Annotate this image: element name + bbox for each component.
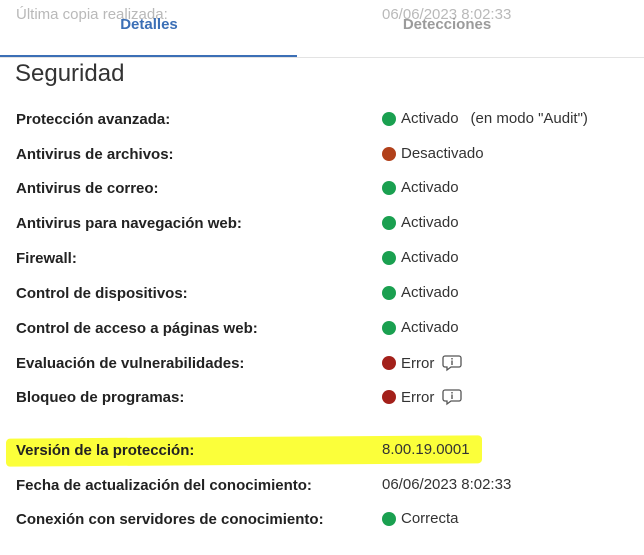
status-extra: (en modo "Audit") bbox=[470, 110, 588, 127]
status-dot-icon bbox=[382, 111, 396, 126]
status-dot-icon bbox=[382, 180, 396, 195]
row-web-antivirus: Antivirus para navegación web: Activado bbox=[0, 210, 644, 240]
status-text: Error bbox=[401, 354, 435, 372]
row-file-antivirus: Antivirus de archivos: Desactivado bbox=[0, 141, 644, 171]
info-icon[interactable] bbox=[442, 354, 462, 372]
status-text: Correcta bbox=[401, 510, 459, 527]
row-advanced-protection: Protección avanzada: Activado (en modo "… bbox=[0, 106, 644, 136]
status-text: Activado bbox=[401, 319, 459, 336]
status-text: Activado bbox=[401, 214, 459, 231]
row-knowledge-update-date: Fecha de actualización del conocimiento:… bbox=[0, 472, 644, 502]
row-value: Activado bbox=[382, 179, 459, 196]
row-value: Activado bbox=[382, 249, 459, 266]
status-dot-icon bbox=[382, 215, 396, 230]
status-text: Activado bbox=[401, 249, 459, 266]
row-value: 06/06/2023 8:02:33 bbox=[382, 476, 512, 493]
status-dot-icon bbox=[382, 320, 396, 335]
row-value: 8.00.19.0001 bbox=[382, 441, 470, 458]
row-label: Evaluación de vulnerabilidades: bbox=[16, 355, 245, 372]
row-protection-version: Versión de la protección: 8.00.19.0001 bbox=[0, 437, 644, 467]
row-label: Control de acceso a páginas web: bbox=[16, 320, 258, 337]
row-knowledge-server-connection: Conexión con servidores de conocimiento:… bbox=[0, 506, 644, 536]
tab-detections[interactable]: Detecciones bbox=[298, 16, 596, 33]
row-label: Antivirus de archivos: bbox=[16, 146, 174, 163]
row-firewall: Firewall: Activado bbox=[0, 245, 644, 275]
row-label: Conexión con servidores de conocimiento: bbox=[16, 511, 324, 528]
row-value: Activado (en modo "Audit") bbox=[382, 110, 588, 127]
row-label: Fecha de actualización del conocimiento: bbox=[16, 477, 312, 494]
status-dot-icon bbox=[382, 356, 396, 370]
row-value: Desactivado bbox=[382, 145, 484, 162]
tabs-divider bbox=[0, 57, 644, 58]
row-program-blocking: Bloqueo de programas: Error bbox=[0, 384, 644, 414]
row-label: Protección avanzada: bbox=[16, 111, 171, 128]
row-vulnerability-assessment: Evaluación de vulnerabilidades: Error bbox=[0, 350, 644, 380]
status-text: Activado bbox=[401, 110, 459, 127]
row-label: Bloqueo de programas: bbox=[16, 389, 185, 406]
info-icon[interactable] bbox=[442, 388, 462, 406]
row-label: Antivirus de correo: bbox=[16, 180, 159, 197]
row-value: Correcta bbox=[382, 510, 459, 527]
row-value: Error bbox=[382, 388, 462, 406]
status-dot-icon bbox=[382, 285, 396, 300]
status-text: Error bbox=[401, 388, 435, 406]
tab-details[interactable]: Detalles bbox=[0, 16, 298, 33]
section-title: Seguridad bbox=[15, 60, 125, 87]
status-dot-icon bbox=[382, 511, 396, 526]
row-value: Activado bbox=[382, 284, 459, 301]
status-dot-icon bbox=[382, 146, 396, 161]
row-label: Antivirus para navegación web: bbox=[16, 215, 242, 232]
row-label: Firewall: bbox=[16, 250, 77, 267]
row-value: Error bbox=[382, 354, 462, 372]
row-label: Versión de la protección: bbox=[16, 442, 195, 459]
row-value: Activado bbox=[382, 319, 459, 336]
row-value: Activado bbox=[382, 214, 459, 231]
status-text: Activado bbox=[401, 284, 459, 301]
status-dot-icon bbox=[382, 250, 396, 265]
status-dot-icon bbox=[382, 390, 396, 404]
row-label: Control de dispositivos: bbox=[16, 285, 188, 302]
status-text: Desactivado bbox=[401, 145, 484, 162]
row-mail-antivirus: Antivirus de correo: Activado bbox=[0, 175, 644, 205]
row-web-access-control: Control de acceso a páginas web: Activad… bbox=[0, 315, 644, 345]
tab-bar: Detalles Detecciones bbox=[0, 0, 644, 58]
status-text: Activado bbox=[401, 179, 459, 196]
row-device-control: Control de dispositivos: Activado bbox=[0, 280, 644, 310]
